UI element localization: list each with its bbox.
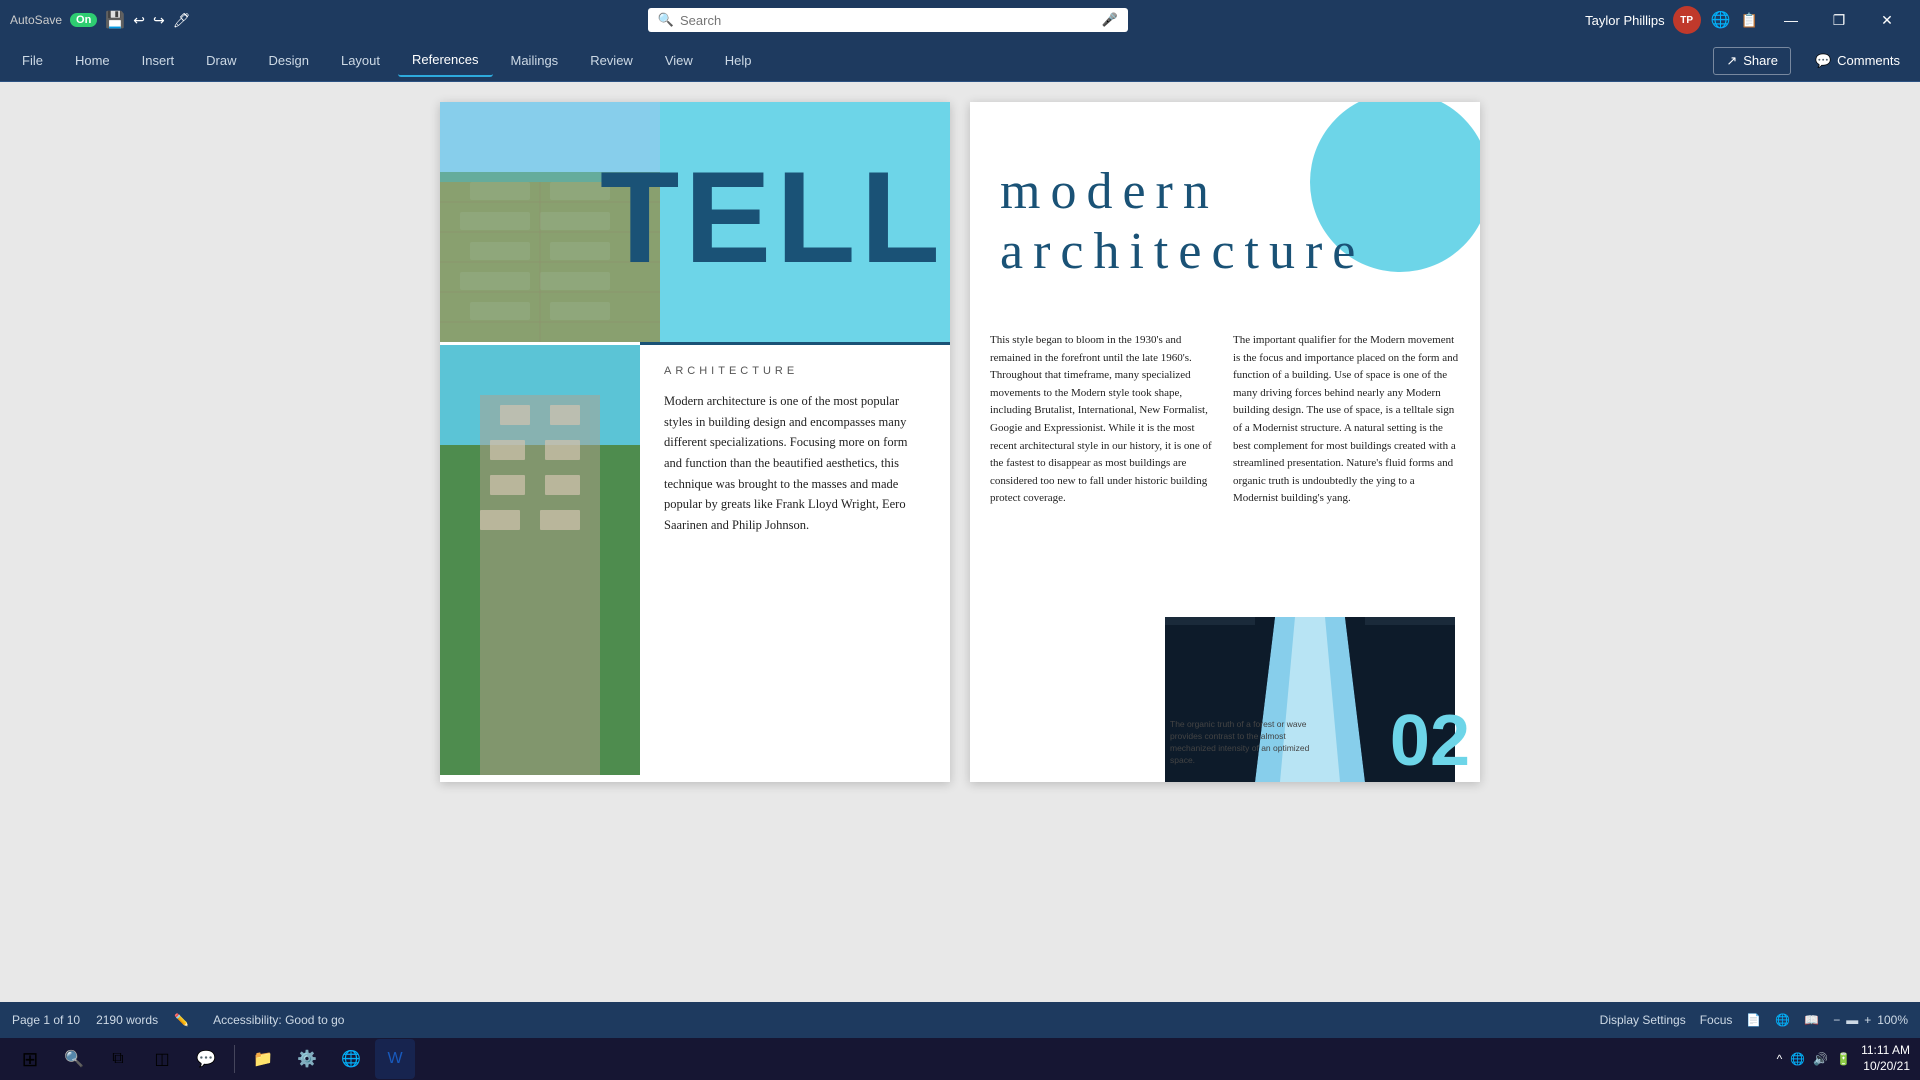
tell-text: TELL <box>600 152 945 282</box>
page1-content: ARCHITECTURE Modern architecture is one … <box>440 345 950 782</box>
word-count: 2190 words <box>96 1013 158 1027</box>
title-bar: AutoSave On 💾 ↩ ↪ 🖊 🔍 🎤 Taylor Phillips … <box>0 0 1920 40</box>
window-controls: — ❐ ✕ <box>1768 0 1910 40</box>
titlebar-center: 🔍 🎤 <box>191 8 1586 32</box>
page1-lower-svg <box>440 345 640 775</box>
page-number: 02 <box>1390 705 1470 777</box>
view-web-icon[interactable]: 🌐 <box>1775 1013 1790 1027</box>
date: 10/20/21 <box>1861 1059 1910 1075</box>
page-info: Page 1 of 10 <box>12 1013 80 1027</box>
title-line2: architecture <box>1000 223 1365 280</box>
comments-button[interactable]: 💬 Comments <box>1803 48 1912 74</box>
page2-col1: This style began to bloom in the 1930's … <box>990 332 1217 508</box>
page1-header: TELL <box>440 102 950 342</box>
tab-draw[interactable]: Draw <box>192 45 250 76</box>
tab-insert[interactable]: Insert <box>128 45 189 76</box>
avatar: TP <box>1673 6 1701 34</box>
page1-image-col <box>440 345 640 782</box>
word-button[interactable]: W <box>375 1039 415 1079</box>
ribbon: File Home Insert Draw Design Layout Refe… <box>0 40 1920 82</box>
tab-view[interactable]: View <box>651 45 707 76</box>
search-taskbar-button[interactable]: 🔍 <box>54 1039 94 1079</box>
ribbon-toggle-icon[interactable]: 📋 <box>1741 12 1758 29</box>
page2-col2: The important qualifier for the Modern m… <box>1233 332 1460 508</box>
zoom-level: 100% <box>1877 1013 1908 1027</box>
arch-label: ARCHITECTURE <box>664 365 926 377</box>
page-1: TELL <box>440 102 950 782</box>
page1-text-col: ARCHITECTURE Modern architecture is one … <box>640 345 950 782</box>
page2-content: This style began to bloom in the 1930's … <box>970 332 1480 508</box>
tab-design[interactable]: Design <box>255 45 323 76</box>
statusbar: Page 1 of 10 2190 words ✏️ Accessibility… <box>0 1002 1920 1038</box>
focus-mode[interactable]: Focus <box>1700 1013 1733 1027</box>
time: 11:11 AM <box>1861 1043 1910 1059</box>
globe-icon[interactable]: 🌐 <box>1711 10 1731 30</box>
user-name: Taylor Phillips <box>1585 13 1664 28</box>
format-painter-icon[interactable]: 🖊 <box>173 12 191 29</box>
microphone-icon[interactable]: 🎤 <box>1102 12 1118 28</box>
document-area: TELL <box>0 82 1920 1002</box>
view-print-icon[interactable]: 📄 <box>1746 1013 1761 1027</box>
arch-body-text: Modern architecture is one of the most p… <box>664 391 926 535</box>
page2-header: modern architecture <box>970 102 1480 332</box>
tab-review[interactable]: Review <box>576 45 647 76</box>
accessibility-info: Accessibility: Good to go <box>213 1013 344 1027</box>
restore-button[interactable]: ❐ <box>1816 0 1862 40</box>
search-bar[interactable]: 🔍 🎤 <box>648 8 1128 32</box>
photo-caption: The organic truth of a forest or wave pr… <box>1170 719 1330 767</box>
view-read-icon[interactable]: 📖 <box>1804 1013 1819 1027</box>
titlebar-right: Taylor Phillips TP 🌐 📋 — ❐ ✕ <box>1585 0 1910 40</box>
sys-tray: ^ 🌐 🔊 🔋 <box>1777 1052 1852 1066</box>
taskbar-right: ^ 🌐 🔊 🔋 11:11 AM 10/20/21 <box>1777 1043 1910 1074</box>
tab-file[interactable]: File <box>8 45 57 76</box>
tab-references[interactable]: References <box>398 44 492 77</box>
share-icon: ↗ <box>1726 53 1737 69</box>
settings-button[interactable]: ⚙️ <box>287 1039 327 1079</box>
clock[interactable]: 11:11 AM 10/20/21 <box>1861 1043 1910 1074</box>
taskbar: ⊞ 🔍 ⧉ ◫ 💬 📁 ⚙️ 🌐 W ^ 🌐 🔊 🔋 11:11 AM 10/2… <box>0 1038 1920 1080</box>
modern-arch-title: modern architecture <box>1000 132 1450 282</box>
explorer-button[interactable]: 📁 <box>243 1039 283 1079</box>
search-icon: 🔍 <box>658 12 674 28</box>
tab-mailings[interactable]: Mailings <box>497 45 573 76</box>
network-icon[interactable]: 🌐 <box>1790 1052 1805 1066</box>
battery-icon[interactable]: 🔋 <box>1836 1052 1851 1066</box>
comments-icon: 💬 <box>1815 53 1831 69</box>
chat-button[interactable]: 💬 <box>186 1039 226 1079</box>
doc-container: TELL <box>440 102 1480 982</box>
edge-button[interactable]: 🌐 <box>331 1039 371 1079</box>
edit-icon: ✏️ <box>174 1013 189 1027</box>
redo-icon[interactable]: ↪ <box>153 12 165 29</box>
undo-icon[interactable]: ↩ <box>133 12 145 29</box>
ribbon-right: ↗ Share 💬 Comments <box>1713 47 1912 75</box>
statusbar-right: Display Settings Focus 📄 🌐 📖 − ▬ + 100% <box>1600 1013 1908 1027</box>
zoom-out-icon[interactable]: − <box>1833 1013 1840 1027</box>
close-button[interactable]: ✕ <box>1864 0 1910 40</box>
tab-home[interactable]: Home <box>61 45 124 76</box>
share-button[interactable]: ↗ Share <box>1713 47 1791 75</box>
page2-bottom: 02 The organic truth of a forest or wave… <box>970 607 1480 782</box>
show-hidden-icon[interactable]: ^ <box>1777 1052 1783 1066</box>
start-button[interactable]: ⊞ <box>10 1039 50 1079</box>
autosave-toggle[interactable]: On <box>70 13 97 27</box>
widgets-button[interactable]: ◫ <box>142 1039 182 1079</box>
display-settings[interactable]: Display Settings <box>1600 1013 1686 1027</box>
taskbar-sep <box>234 1045 235 1073</box>
tab-help[interactable]: Help <box>711 45 766 76</box>
tab-layout[interactable]: Layout <box>327 45 394 76</box>
speaker-icon[interactable]: 🔊 <box>1813 1052 1828 1066</box>
title-line1: modern <box>1000 163 1219 220</box>
user-area: Taylor Phillips TP <box>1585 6 1700 34</box>
zoom-control: − ▬ + 100% <box>1833 1013 1908 1027</box>
page-2: modern architecture This style began to … <box>970 102 1480 782</box>
save-icon[interactable]: 💾 <box>105 10 125 30</box>
taskview-button[interactable]: ⧉ <box>98 1039 138 1079</box>
autosave-label: AutoSave <box>10 13 62 27</box>
zoom-in-icon[interactable]: + <box>1864 1013 1871 1027</box>
search-input[interactable] <box>680 13 1096 28</box>
zoom-slider[interactable]: ▬ <box>1846 1013 1858 1027</box>
titlebar-left: AutoSave On 💾 ↩ ↪ 🖊 <box>10 10 191 30</box>
minimize-button[interactable]: — <box>1768 0 1814 40</box>
